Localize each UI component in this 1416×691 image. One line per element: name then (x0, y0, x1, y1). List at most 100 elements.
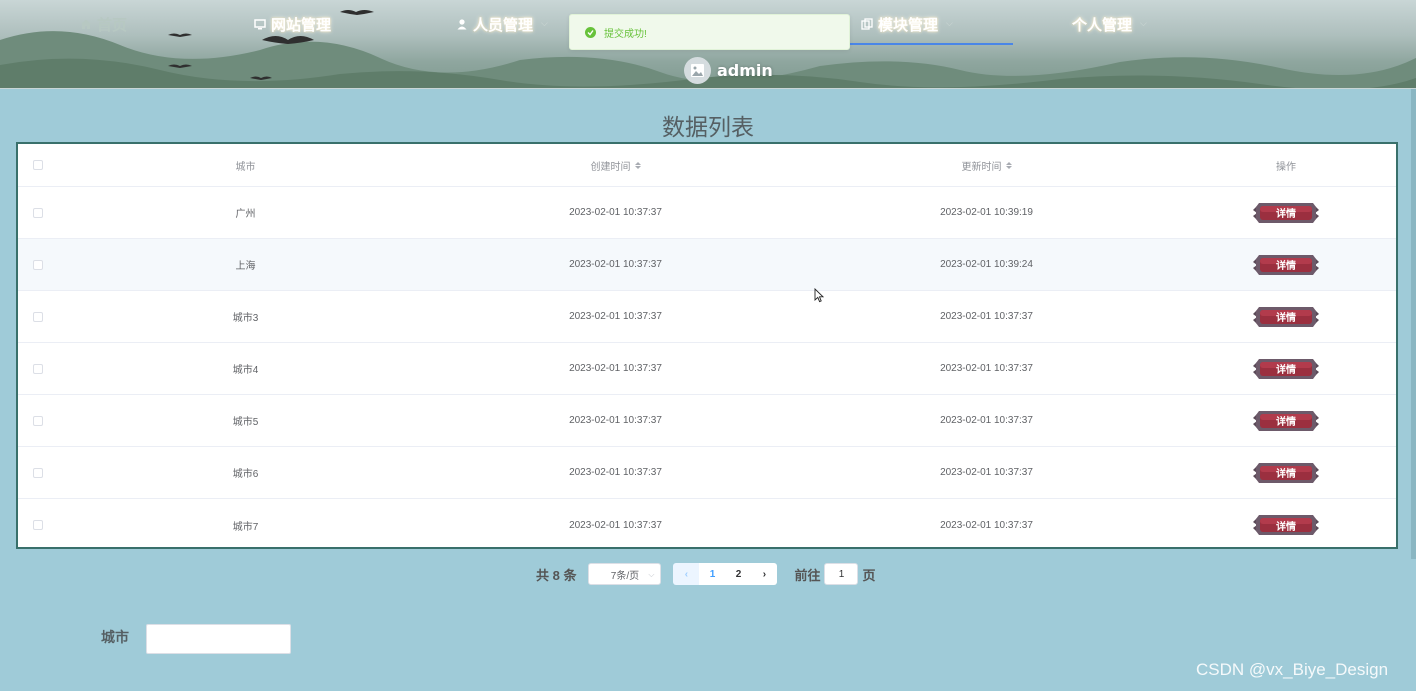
copy-icon (861, 18, 873, 30)
detail-button[interactable]: 详情 (1253, 357, 1319, 381)
prev-page-button[interactable]: ‹ (673, 563, 700, 585)
row-select-cell (18, 291, 58, 342)
nav-item-home[interactable]: 首页 (80, 13, 127, 35)
active-nav-indicator (850, 43, 1013, 45)
city-input[interactable] (146, 624, 291, 654)
cell-created: 2023-02-01 10:37:37 (569, 415, 662, 426)
row-checkbox[interactable] (33, 467, 43, 478)
select-all-checkbox[interactable] (33, 160, 43, 170)
toast-message: 提交成功! (604, 28, 647, 40)
chevron-down-icon: ⌵ (648, 570, 655, 579)
nav-item-label: 网站管理 (271, 15, 332, 34)
table-row: 城市7 2023-02-01 10:37:37 2023-02-01 10:37… (18, 499, 1396, 551)
cell-actions: 详情 (1188, 187, 1384, 238)
row-checkbox[interactable] (33, 311, 43, 322)
detail-button[interactable]: 详情 (1253, 513, 1319, 537)
table-row: 城市5 2023-02-01 10:37:37 2023-02-01 10:37… (18, 395, 1396, 447)
row-select-cell (18, 447, 58, 498)
row-checkbox[interactable] (33, 415, 43, 426)
cell-updated: 2023-02-01 10:37:37 (940, 415, 1033, 426)
page-title: 数据列表 (662, 115, 754, 141)
data-table: 城市 创建时间 更新时间 操作 广州 2023-02-01 10:37:37 2… (16, 142, 1398, 549)
detail-button[interactable]: 详情 (1253, 461, 1319, 485)
mouse-cursor-icon (814, 288, 824, 303)
nav-item-staff-management[interactable]: 人员管理 ⌵ (456, 13, 548, 35)
detail-button[interactable]: 详情 (1253, 253, 1319, 277)
row-checkbox[interactable] (33, 520, 43, 530)
nav-item-label: 个人管理 (1072, 15, 1133, 34)
row-select-cell (18, 395, 58, 446)
page-scrollbar[interactable] (1411, 89, 1416, 559)
success-toast: 提交成功! (569, 14, 850, 50)
page-button-1[interactable]: 1 (699, 563, 726, 585)
cell-created: 2023-02-01 10:37:37 (569, 363, 662, 374)
page-button-2[interactable]: 2 (725, 563, 752, 585)
nav-item-site-management[interactable]: 网站管理 (254, 13, 331, 35)
goto-suffix: 页 (862, 567, 876, 583)
page-size-select[interactable]: 7条/页 ⌵ (588, 563, 662, 585)
detail-button[interactable]: 详情 (1253, 409, 1319, 433)
chevron-down-icon: ⌵ (946, 19, 953, 29)
sort-icon[interactable] (1005, 161, 1012, 169)
column-header-city: 城市 (235, 161, 256, 173)
user-icon (457, 19, 467, 30)
column-header-updated[interactable]: 更新时间 (864, 144, 1109, 186)
cell-updated: 2023-02-01 10:37:37 (940, 519, 1033, 531)
chevron-left-icon: ‹ (684, 568, 689, 580)
cell-actions: 详情 (1188, 447, 1384, 498)
avatar (684, 56, 711, 84)
nav-item-label: 首页 (97, 15, 128, 34)
detail-button-label: 详情 (1276, 209, 1296, 220)
table-row: 城市6 2023-02-01 10:37:37 2023-02-01 10:37… (18, 447, 1396, 499)
chevron-down-icon: ⌵ (541, 19, 548, 29)
cell-actions: 详情 (1188, 239, 1384, 290)
cell-created: 2023-02-01 10:37:37 (569, 311, 662, 322)
row-checkbox[interactable] (33, 207, 43, 218)
home-icon (81, 19, 91, 29)
goto-page-input[interactable]: 1 (824, 563, 859, 585)
image-icon (691, 63, 704, 77)
user-menu[interactable]: admin (684, 56, 773, 84)
cell-created: 2023-02-01 10:37:37 (569, 467, 662, 478)
detail-button-label: 详情 (1276, 261, 1296, 272)
watermark: CSDN @vx_Biye_Design (1196, 660, 1389, 679)
table-row: 广州 2023-02-01 10:37:37 2023-02-01 10:39:… (18, 187, 1396, 239)
cell-city: 广州 (235, 209, 256, 220)
sort-icon[interactable] (634, 161, 641, 169)
cell-city: 城市7 (232, 521, 259, 533)
chevron-down-icon: ⌵ (1140, 19, 1147, 29)
cell-city: 城市4 (232, 365, 259, 376)
table-row: 城市4 2023-02-01 10:37:37 2023-02-01 10:37… (18, 343, 1396, 395)
cell-city: 上海 (235, 261, 256, 272)
row-checkbox[interactable] (33, 259, 43, 270)
table-row: 城市3 2023-02-01 10:37:37 2023-02-01 10:37… (18, 291, 1396, 343)
monitor-icon (254, 19, 266, 30)
cell-actions: 详情 (1188, 343, 1384, 394)
row-select-cell (18, 343, 58, 394)
table-header-row: 城市 创建时间 更新时间 操作 (18, 144, 1396, 187)
detail-button[interactable]: 详情 (1253, 305, 1319, 329)
username: admin (717, 60, 773, 80)
goto-label: 前往 (794, 567, 821, 583)
column-header-label: 创建时间 (590, 161, 631, 173)
cell-updated: 2023-02-01 10:39:24 (940, 259, 1033, 270)
cell-updated: 2023-02-01 10:37:37 (940, 467, 1033, 478)
detail-button-label: 详情 (1276, 417, 1296, 428)
cell-updated: 2023-02-01 10:39:19 (940, 207, 1033, 218)
detail-button[interactable]: 详情 (1253, 201, 1319, 225)
next-page-button[interactable]: › (751, 563, 778, 585)
cell-created: 2023-02-01 10:37:37 (569, 259, 662, 270)
nav-item-module-management[interactable]: 模块管理 ⌵ (861, 13, 953, 35)
cell-updated: 2023-02-01 10:37:37 (940, 363, 1033, 374)
pagination-total: 共 8 条 (536, 567, 577, 583)
city-field-label: 城市 (101, 629, 129, 645)
row-checkbox[interactable] (33, 363, 43, 374)
nav-item-personal-management[interactable]: 个人管理 ⌵ (1072, 13, 1147, 35)
detail-button-label: 详情 (1276, 521, 1296, 533)
column-header-created[interactable]: 创建时间 (493, 144, 738, 186)
cell-city: 城市5 (232, 417, 259, 428)
detail-button-label: 详情 (1276, 469, 1296, 480)
pagination: 共 8 条 7条/页 ⌵ ‹ 1 2 › 前往 1 页 (536, 562, 876, 586)
select-all-cell (18, 144, 58, 186)
row-select-cell (18, 187, 58, 238)
